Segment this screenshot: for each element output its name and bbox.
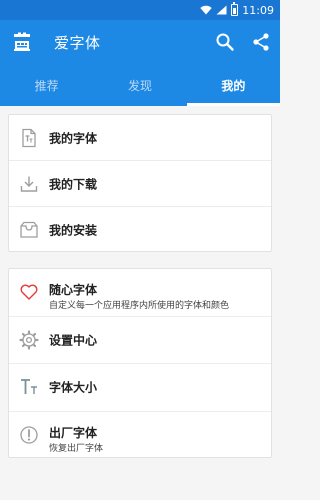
settings-section-card: 随心字体 自定义每一个应用程序内所使用的字体和颜色 设置中心 字体大小 出厂字体… [8,268,272,458]
battery-icon [231,2,239,16]
free-font-sub: 自定义每一个应用程序内所使用的字体和颜色 [49,301,230,311]
tab-bar: 推荐 发现 我的 [0,64,281,106]
settings-center-label: 设置中心 [49,333,98,348]
download-icon [19,174,39,194]
free-font-label: 随心字体 [49,283,98,297]
font-size-item[interactable]: 字体大小 [9,364,271,412]
app-logo-icon [14,32,30,51]
font-size-icon [19,377,39,397]
my-installs-label: 我的安装 [49,223,98,238]
app-title: 爱字体 [54,34,101,52]
font-size-label: 字体大小 [49,380,98,395]
tab-discover[interactable]: 发现 [93,64,186,106]
status-time: 11:09 [242,3,274,17]
wifi-icon [200,5,212,15]
share-icon [253,33,269,51]
inbox-icon [19,220,39,240]
search-button[interactable] [213,30,237,54]
my-fonts-label: 我的字体 [49,131,98,145]
my-fonts-item[interactable]: 我的字体 [9,115,271,161]
factory-font-item[interactable]: 出厂字体 恢复出厂字体 [9,412,271,460]
free-font-item[interactable]: 随心字体 自定义每一个应用程序内所使用的字体和颜色 [9,269,271,317]
my-installs-item[interactable]: 我的安装 [9,207,271,253]
search-icon [216,33,234,51]
factory-font-label: 出厂字体 [49,425,98,440]
status-icons: 11:09 [200,2,274,17]
settings-center-item[interactable]: 设置中心 [9,317,271,364]
share-button[interactable] [249,30,273,54]
restore-icon [19,425,39,445]
tab-recommend[interactable]: 推荐 [0,64,93,106]
my-section-card: 我的字体 我的下载 我的安装 [8,114,272,252]
signal-icon [216,5,227,15]
app-bar: 爱字体 [0,20,280,64]
my-downloads-label: 我的下载 [49,177,98,191]
factory-font-sub: 恢复出厂字体 [49,443,104,454]
status-bar: 11:09 [0,0,280,20]
tab-mine[interactable]: 我的 [186,64,281,106]
gear-icon [19,330,39,350]
font-file-icon [19,128,39,148]
my-downloads-item[interactable]: 我的下载 [9,161,271,207]
heart-icon [19,282,39,302]
